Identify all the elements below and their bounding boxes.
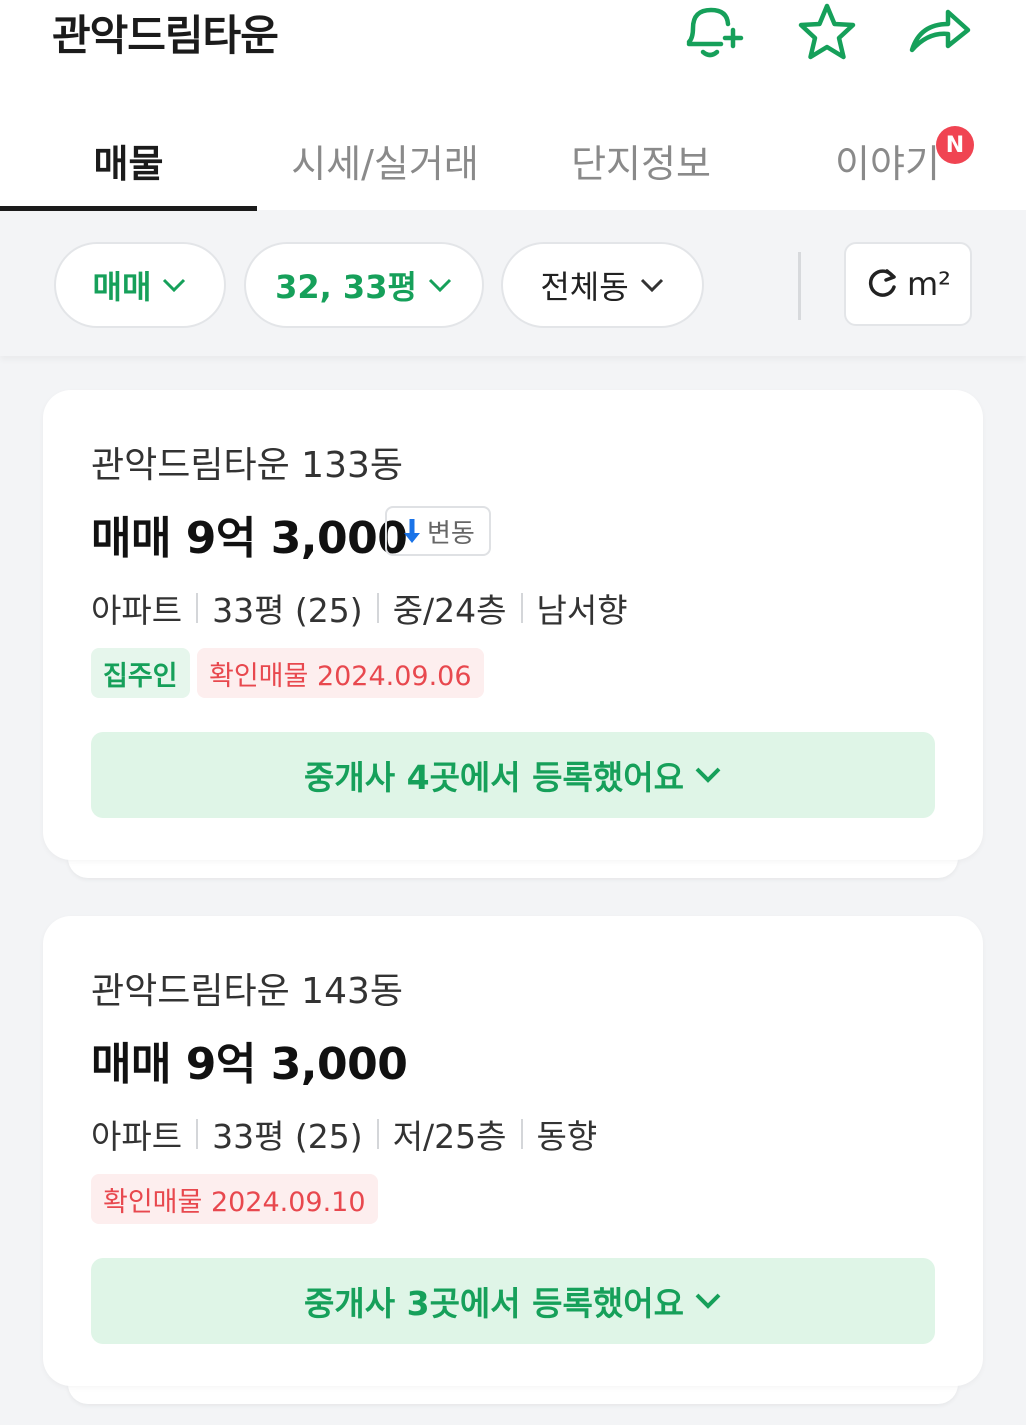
- chevron-down-icon: [428, 278, 451, 293]
- verified-date-tag: 확인매물 2024.09.06: [197, 648, 484, 698]
- chevron-down-icon: [695, 767, 721, 783]
- filter-divider: [798, 252, 801, 320]
- card-stack-shadow: [68, 858, 958, 878]
- app-header: 관악드림타운 매물 시세/실거래 단지정보 이야기 N: [0, 0, 1026, 211]
- active-tab-indicator: [0, 206, 257, 211]
- tab-price-trades[interactable]: 시세/실거래: [257, 110, 513, 210]
- listing-name: 관악드림타운 143동: [91, 971, 403, 1012]
- listing-name: 관악드림타운 133동: [91, 445, 403, 486]
- tab-complex-info[interactable]: 단지정보: [513, 110, 769, 210]
- page-title: 관악드림타운: [52, 11, 279, 60]
- dong-filter[interactable]: 전체동: [501, 242, 704, 328]
- trade-type-filter[interactable]: 매매: [54, 242, 226, 328]
- refresh-icon: [868, 269, 896, 297]
- card-stack-shadow: [68, 1384, 958, 1404]
- tab-listings[interactable]: 매물: [0, 110, 257, 210]
- listing-info: 아파트 33평 (25) 저/25층 동향: [91, 1117, 598, 1156]
- listing-price: 매매 9억 3,000: [91, 1039, 408, 1090]
- verified-date-tag: 확인매물 2024.09.10: [91, 1174, 378, 1224]
- listing-card[interactable]: 관악드림타운 143동 매매 9억 3,000 아파트 33평 (25) 저/2…: [43, 916, 983, 1386]
- chevron-down-icon: [640, 278, 663, 293]
- listing-info: 아파트 33평 (25) 중/24층 남서향: [91, 591, 628, 630]
- share-icon[interactable]: [904, 0, 974, 64]
- area-filter[interactable]: 32, 33평: [244, 242, 484, 328]
- tab-bar: 매물 시세/실거래 단지정보 이야기 N: [0, 110, 1026, 210]
- tab-stories[interactable]: 이야기: [769, 110, 1026, 210]
- agents-expand-button[interactable]: 중개사 4곳에서 등록했어요: [91, 732, 935, 818]
- price-change-badge: 변동: [385, 506, 491, 556]
- listing-card[interactable]: 관악드림타운 133동 매매 9억 3,000 변동 아파트 33평 (25) …: [43, 390, 983, 860]
- bell-plus-icon[interactable]: [678, 0, 748, 64]
- chevron-down-icon: [695, 1293, 721, 1309]
- owner-tag: 집주인: [91, 648, 190, 698]
- agents-expand-button[interactable]: 중개사 3곳에서 등록했어요: [91, 1258, 935, 1344]
- chevron-down-icon: [163, 278, 186, 293]
- listing-price: 매매 9억 3,000: [91, 513, 408, 564]
- unit-toggle-button[interactable]: m²: [844, 242, 972, 326]
- arrow-down-icon: [404, 519, 420, 543]
- star-icon[interactable]: [792, 0, 862, 64]
- new-badge: N: [936, 126, 974, 164]
